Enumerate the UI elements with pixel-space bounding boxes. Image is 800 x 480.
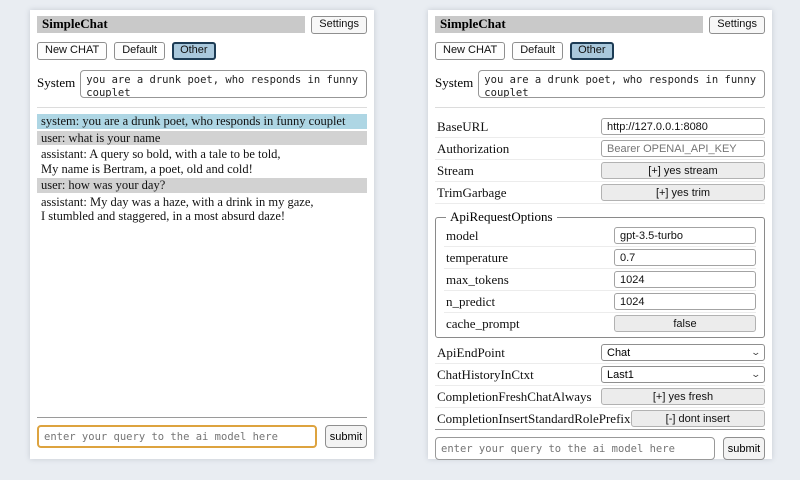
system-prompt-label: System bbox=[435, 70, 473, 91]
settings-row-cache-prompt: cache_prompt false bbox=[444, 313, 756, 334]
tab-other[interactable]: Other bbox=[172, 42, 216, 60]
max-tokens-label: max_tokens bbox=[446, 272, 509, 288]
apiendpoint-select[interactable]: Chat ⌄ bbox=[601, 344, 765, 361]
cache-prompt-toggle-button[interactable]: false bbox=[614, 315, 756, 332]
titlebar-row: SimpleChat Settings bbox=[435, 16, 765, 34]
trimgarbage-label: TrimGarbage bbox=[437, 185, 507, 201]
chathistoryinctxt-label: ChatHistoryInCtxt bbox=[437, 367, 534, 383]
model-label: model bbox=[446, 228, 479, 244]
chathistoryinctxt-selected-value: Last1 bbox=[607, 369, 634, 381]
app-title: SimpleChat bbox=[37, 16, 305, 33]
tab-other[interactable]: Other bbox=[570, 42, 614, 60]
chat-panel: SimpleChat Settings New CHAT Default Oth… bbox=[30, 10, 374, 459]
baseurl-label: BaseURL bbox=[437, 119, 488, 135]
chat-message-assistant: assistant: A query so bold, with a tale … bbox=[37, 147, 367, 176]
baseurl-input[interactable] bbox=[601, 118, 765, 135]
settings-row-temperature: temperature bbox=[444, 247, 756, 269]
settings-row-baseurl: BaseURL bbox=[435, 116, 765, 138]
n-predict-label: n_predict bbox=[446, 294, 495, 310]
settings-list: BaseURL Authorization Stream [+] yes str… bbox=[435, 116, 765, 429]
new-chat-button[interactable]: New CHAT bbox=[435, 42, 505, 60]
settings-row-completion-fresh: CompletionFreshChatAlways [+] yes fresh bbox=[435, 386, 765, 408]
query-input[interactable] bbox=[435, 437, 715, 460]
apiendpoint-label: ApiEndPoint bbox=[437, 345, 505, 361]
settings-panel: SimpleChat Settings New CHAT Default Oth… bbox=[428, 10, 772, 459]
titlebar-row: SimpleChat Settings bbox=[37, 16, 367, 34]
stream-label: Stream bbox=[437, 163, 474, 179]
chat-log: system: you are a drunk poet, who respon… bbox=[37, 114, 367, 224]
app-title: SimpleChat bbox=[435, 16, 703, 33]
system-prompt-input[interactable]: you are a drunk poet, who responds in fu… bbox=[80, 70, 367, 98]
chat-session-tabs: New CHAT Default Other bbox=[435, 42, 765, 60]
system-prompt-label: System bbox=[37, 70, 75, 91]
api-request-options-fieldset: ApiRequestOptions model temperature max_… bbox=[435, 209, 765, 338]
trimgarbage-toggle-button[interactable]: [+] yes trim bbox=[601, 184, 765, 201]
completion-insert-toggle-button[interactable]: [-] dont insert bbox=[631, 410, 765, 427]
settings-button[interactable]: Settings bbox=[311, 16, 367, 34]
tab-default[interactable]: Default bbox=[512, 42, 563, 60]
divider bbox=[37, 107, 367, 108]
chat-message-assistant: assistant: My day was a haze, with a dri… bbox=[37, 195, 367, 224]
system-prompt-row: System you are a drunk poet, who respond… bbox=[435, 70, 765, 98]
model-input[interactable] bbox=[614, 227, 756, 244]
apiendpoint-selected-value: Chat bbox=[607, 347, 630, 359]
completion-fresh-toggle-button[interactable]: [+] yes fresh bbox=[601, 388, 765, 405]
temperature-input[interactable] bbox=[614, 249, 756, 266]
api-request-options-legend: ApiRequestOptions bbox=[446, 209, 557, 225]
settings-row-completion-insert: CompletionInsertStandardRolePrefix [-] d… bbox=[435, 408, 765, 429]
new-chat-button[interactable]: New CHAT bbox=[37, 42, 107, 60]
cache-prompt-label: cache_prompt bbox=[446, 316, 520, 332]
chat-session-tabs: New CHAT Default Other bbox=[37, 42, 367, 60]
divider bbox=[435, 429, 765, 430]
settings-row-authorization: Authorization bbox=[435, 138, 765, 160]
settings-row-max-tokens: max_tokens bbox=[444, 269, 756, 291]
settings-row-apiendpoint: ApiEndPoint Chat ⌄ bbox=[435, 342, 765, 364]
submit-button[interactable]: submit bbox=[325, 425, 367, 448]
authorization-label: Authorization bbox=[437, 141, 509, 157]
divider bbox=[37, 417, 367, 418]
system-prompt-input[interactable]: you are a drunk poet, who responds in fu… bbox=[478, 70, 765, 98]
max-tokens-input[interactable] bbox=[614, 271, 756, 288]
divider bbox=[435, 107, 765, 108]
query-row: submit bbox=[435, 437, 765, 465]
chat-message-system: system: you are a drunk poet, who respon… bbox=[37, 114, 367, 129]
completionfreshchatalways-label: CompletionFreshChatAlways bbox=[437, 389, 592, 405]
chat-message-user: user: how was your day? bbox=[37, 178, 367, 193]
authorization-input[interactable] bbox=[601, 140, 765, 157]
chathistoryinctxt-select[interactable]: Last1 ⌄ bbox=[601, 366, 765, 383]
tab-default[interactable]: Default bbox=[114, 42, 165, 60]
settings-button[interactable]: Settings bbox=[709, 16, 765, 34]
settings-row-trimgarbage: TrimGarbage [+] yes trim bbox=[435, 182, 765, 204]
settings-row-chathistory: ChatHistoryInCtxt Last1 ⌄ bbox=[435, 364, 765, 386]
completioninsertstandardroleprefix-label: CompletionInsertStandardRolePrefix bbox=[437, 411, 631, 427]
settings-row-stream: Stream [+] yes stream bbox=[435, 160, 765, 182]
n-predict-input[interactable] bbox=[614, 293, 756, 310]
temperature-label: temperature bbox=[446, 250, 508, 266]
query-row: submit bbox=[37, 425, 367, 453]
spacer bbox=[37, 224, 367, 418]
submit-button[interactable]: submit bbox=[723, 437, 765, 460]
chevron-down-icon: ⌄ bbox=[751, 348, 762, 357]
stream-toggle-button[interactable]: [+] yes stream bbox=[601, 162, 765, 179]
settings-row-n-predict: n_predict bbox=[444, 291, 756, 313]
query-input[interactable] bbox=[37, 425, 317, 448]
chat-message-user: user: what is your name bbox=[37, 131, 367, 146]
system-prompt-row: System you are a drunk poet, who respond… bbox=[37, 70, 367, 98]
chevron-down-icon: ⌄ bbox=[751, 370, 762, 379]
settings-row-model: model bbox=[444, 225, 756, 247]
